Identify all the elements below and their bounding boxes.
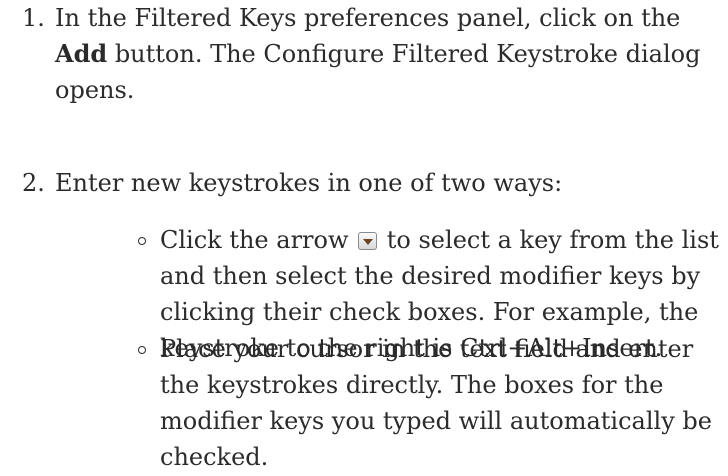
step-text-part: In the Filtered Keys preferences panel, … [55,4,681,32]
bullet-icon [138,346,146,354]
step-text: In the Filtered Keys preferences panel, … [55,0,715,108]
sub-text-part: Click the arrow [160,226,357,254]
instructions-document: 1. In the Filtered Keys preferences pane… [0,0,728,476]
add-button-reference: Add [55,39,108,68]
step-text-part: button. The Configure Filtered Keystroke… [55,40,701,104]
dropdown-arrow-icon [358,232,378,250]
bullet-icon [138,237,146,245]
step-text: Enter new keystrokes in one of two ways: [55,169,563,197]
sub-text: Place your cursor in the text field and … [160,335,712,471]
